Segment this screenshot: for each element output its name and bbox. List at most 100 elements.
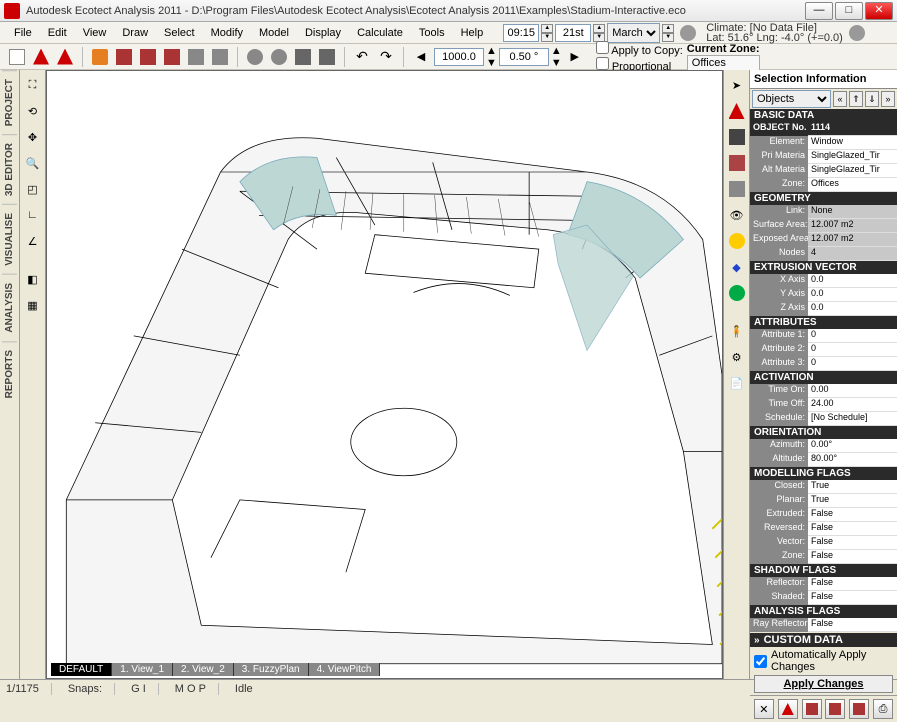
prop-analysis-0[interactable]: Ray ReflectorFalse — [750, 618, 897, 632]
prop-modelling-2[interactable]: Extruded:False — [750, 508, 897, 522]
close-button[interactable]: ✕ — [865, 2, 893, 20]
nav-prev[interactable]: ⇑ — [849, 91, 863, 107]
section-activation[interactable]: ACTIVATION — [750, 371, 897, 384]
tool-axis2[interactable]: ∠ — [22, 230, 44, 252]
bt-2[interactable] — [778, 699, 798, 719]
view-tab-1[interactable]: 1. View_1 — [112, 663, 173, 676]
menu-view[interactable]: View — [75, 25, 115, 41]
angle-spinner[interactable]: ▲▼ — [551, 45, 562, 69]
section-custom[interactable]: » CUSTOM DATA — [750, 633, 897, 647]
prop-modelling-4[interactable]: Vector:False — [750, 536, 897, 550]
prop-extrusion-2[interactable]: Z Axis0.0 — [750, 302, 897, 316]
tool-h[interactable] — [292, 46, 314, 68]
box-icon[interactable] — [726, 152, 748, 174]
cursor-icon[interactable]: ➤ — [726, 74, 748, 96]
redo-arrow[interactable]: ↷ — [375, 46, 397, 68]
tool-a[interactable] — [113, 46, 135, 68]
hour-spinner[interactable]: ▲▼ — [541, 24, 553, 42]
prop-value[interactable]: SingleGlazed_Tir — [808, 164, 897, 178]
view-tab-2[interactable]: 2. View_2 — [173, 663, 234, 676]
prop-value[interactable]: None — [808, 205, 897, 219]
menu-edit[interactable]: Edit — [40, 25, 75, 41]
bt-5[interactable] — [849, 699, 869, 719]
apply-changes-button[interactable]: Apply Changes — [754, 675, 893, 693]
tool-e[interactable] — [209, 46, 231, 68]
apply-copy-check[interactable] — [596, 41, 609, 54]
prop-value[interactable]: 0 — [808, 329, 897, 343]
section-basic[interactable]: BASIC DATA — [750, 109, 897, 122]
cube2-icon[interactable]: ◆ — [726, 256, 748, 278]
cube-icon[interactable] — [726, 100, 748, 122]
menu-modify[interactable]: Modify — [203, 25, 251, 41]
globe2-icon[interactable] — [726, 282, 748, 304]
bt-3[interactable] — [802, 699, 822, 719]
view-tab-default[interactable]: DEFAULT — [51, 663, 112, 676]
prop-value[interactable]: False — [808, 508, 897, 522]
prop-value[interactable]: 0.0 — [808, 274, 897, 288]
prop-modelling-1[interactable]: Planar:True — [750, 494, 897, 508]
tool-axis[interactable]: ∟ — [22, 204, 44, 226]
clock-icon[interactable] — [680, 25, 696, 41]
prop-value[interactable]: 24.00 — [808, 398, 897, 412]
prop-value[interactable]: [No Schedule] — [808, 412, 897, 426]
prop-geometry-3[interactable]: Nodes4 — [750, 247, 897, 261]
open-button[interactable] — [30, 46, 52, 68]
tool-zoom[interactable]: 🔍 — [22, 152, 44, 174]
tool-wire[interactable]: ▦ — [22, 294, 44, 316]
prop-value[interactable]: False — [808, 522, 897, 536]
tool-zoomwin[interactable]: ◰ — [22, 178, 44, 200]
time-day-input[interactable] — [555, 24, 591, 42]
prop-activation-2[interactable]: Schedule:[No Schedule] — [750, 412, 897, 426]
prop-basic-2[interactable]: Pri MateriaSingleGlazed_Tir — [750, 150, 897, 164]
prop-shadow-0[interactable]: Reflector:False — [750, 577, 897, 591]
prop-value[interactable]: 0.00 — [808, 384, 897, 398]
menu-help[interactable]: Help — [453, 25, 492, 41]
prop-basic-3[interactable]: Alt MateriaSingleGlazed_Tir — [750, 164, 897, 178]
prop-basic-0[interactable]: OBJECT No.1114 — [750, 122, 897, 136]
prop-value[interactable]: False — [808, 577, 897, 591]
time-hour-input[interactable] — [503, 24, 539, 42]
tool-c[interactable] — [161, 46, 183, 68]
3d-viewport[interactable]: DEFAULT 1. View_1 2. View_2 3. FuzzyPlan… — [46, 70, 723, 679]
prop-attributes-0[interactable]: Attribute 1:0 — [750, 329, 897, 343]
settings-icon[interactable]: ⚙ — [726, 346, 748, 368]
vis-icon[interactable] — [726, 178, 748, 200]
tool-i[interactable] — [316, 46, 338, 68]
tab-analysis[interactable]: ANALYSIS — [2, 274, 17, 341]
proportional-check[interactable] — [596, 57, 609, 70]
view-tab-3[interactable]: 3. FuzzyPlan — [234, 663, 309, 676]
doc-icon[interactable]: 📄 — [726, 372, 748, 394]
prop-value[interactable]: False — [808, 591, 897, 605]
current-zone-value[interactable]: Offices — [687, 55, 760, 71]
brush-icon[interactable] — [726, 126, 748, 148]
entity-selector[interactable]: Objects — [752, 90, 831, 108]
tab-visualise[interactable]: VISUALISE — [2, 204, 17, 274]
tool-f[interactable] — [244, 46, 266, 68]
undo-button[interactable] — [89, 46, 111, 68]
prop-value[interactable]: 0.0 — [808, 302, 897, 316]
distance-input[interactable] — [434, 48, 484, 66]
tool-cube[interactable]: ◧ — [22, 268, 44, 290]
prop-value[interactable]: 0 — [808, 357, 897, 371]
prop-orientation-0[interactable]: Azimuth:0.00° — [750, 439, 897, 453]
prop-attributes-2[interactable]: Attribute 3:0 — [750, 357, 897, 371]
bt-1[interactable]: ✕ — [754, 699, 774, 719]
prop-value[interactable]: Window — [808, 136, 897, 150]
menu-display[interactable]: Display — [297, 25, 349, 41]
prop-modelling-5[interactable]: Zone:False — [750, 550, 897, 564]
prop-extrusion-1[interactable]: Y Axis0.0 — [750, 288, 897, 302]
tab-reports[interactable]: REPORTS — [2, 341, 17, 406]
section-orientation[interactable]: ORIENTATION — [750, 426, 897, 439]
undo-arrow[interactable]: ↶ — [351, 46, 373, 68]
prop-value[interactable]: True — [808, 480, 897, 494]
prop-extrusion-0[interactable]: X Axis0.0 — [750, 274, 897, 288]
tool-orbit[interactable]: ⟲ — [22, 100, 44, 122]
prop-value[interactable]: 4 — [808, 247, 897, 261]
prop-value[interactable]: 1114 — [808, 122, 897, 136]
minimize-button[interactable]: — — [805, 2, 833, 20]
tool-pan[interactable]: ✥ — [22, 126, 44, 148]
prop-modelling-0[interactable]: Closed:True — [750, 480, 897, 494]
prop-value[interactable]: SingleGlazed_Tir — [808, 150, 897, 164]
person-icon[interactable]: 🧍 — [726, 320, 748, 342]
prop-value[interactable]: 80.00° — [808, 453, 897, 467]
